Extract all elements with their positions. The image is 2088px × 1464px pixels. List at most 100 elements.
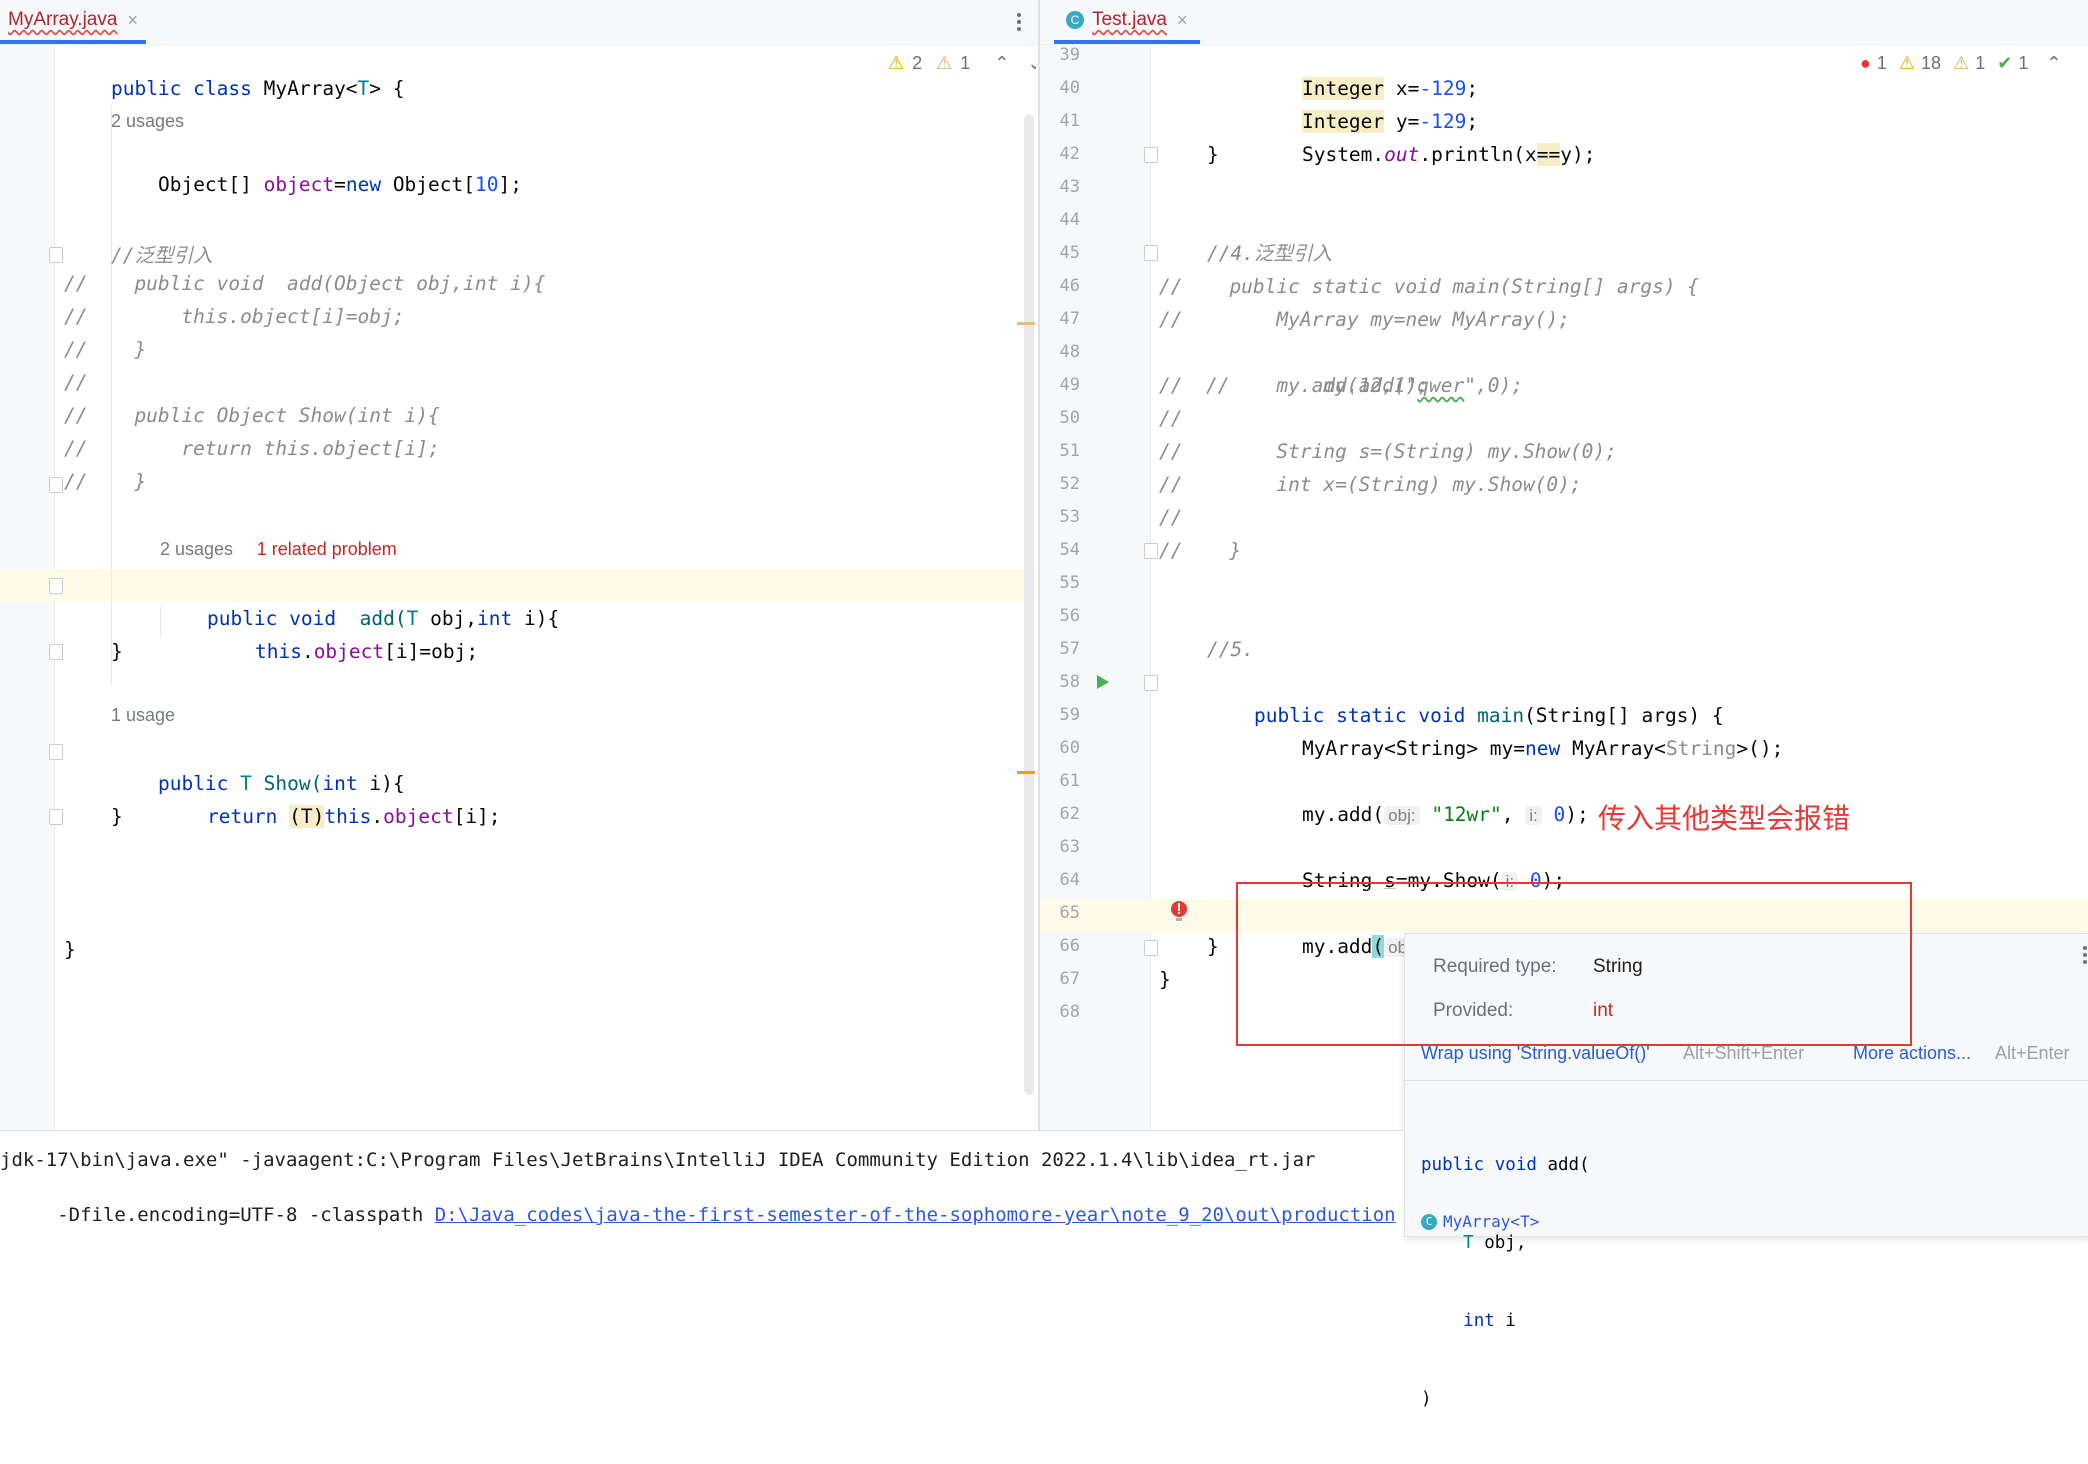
- signature-doc: public void add( T obj, int i ): [1421, 1155, 1590, 1409]
- line-number: 39: [1059, 45, 1080, 65]
- warning-stripe[interactable]: [1017, 771, 1035, 774]
- line-number: 43: [1059, 177, 1080, 197]
- class-icon: C: [1066, 11, 1084, 29]
- quick-fix-shortcut: Alt+Shift+Enter: [1683, 1043, 1805, 1063]
- line-number: 65: [1059, 903, 1080, 923]
- more-actions-link[interactable]: More actions...: [1853, 1043, 1971, 1064]
- code-line: System.out.println(x==y);: [1301, 143, 1596, 166]
- line-number: 55: [1059, 573, 1080, 593]
- code-line: Object[] object=new Object[10];: [157, 173, 522, 196]
- popup-menu-icon[interactable]: [2083, 946, 2087, 968]
- line-number: 52: [1059, 474, 1080, 494]
- usage-hint[interactable]: 2 usages: [111, 111, 184, 132]
- comment-line: //4.泛型引入: [1207, 242, 1332, 265]
- comment-line: // int x=(String) my.Show(0);: [1159, 473, 1582, 496]
- tab-test-java[interactable]: C Test.java ×: [1054, 0, 1200, 44]
- comment-line: // my.add("qwer",0);: [1205, 374, 1523, 397]
- parameter-hint: obj:: [1384, 806, 1420, 825]
- line-number: 51: [1059, 441, 1080, 461]
- code-line: Integer y=-129;: [1301, 110, 1479, 133]
- code-line: public void add(T obj,int i){: [206, 607, 560, 630]
- line-number: 64: [1059, 870, 1080, 890]
- fold-icon[interactable]: [49, 644, 63, 660]
- fold-icon[interactable]: [49, 809, 63, 825]
- console-line: -Dfile.encoding=UTF-8 -classpath D:\Java…: [45, 1204, 1396, 1226]
- class-icon: C: [1421, 1213, 1437, 1230]
- code-line: return (T)this.object[i];: [206, 805, 501, 828]
- fold-icon[interactable]: [1144, 543, 1158, 559]
- quick-fix-link[interactable]: Wrap using 'String.valueOf()': [1421, 1043, 1650, 1064]
- close-icon[interactable]: ×: [127, 10, 138, 31]
- classpath-link[interactable]: D:\Java_codes\java-the-first-semester-of…: [435, 1204, 1396, 1226]
- code-line: MyArray<String> my=new MyArray<String>()…: [1301, 737, 1784, 760]
- code-line: }: [111, 805, 123, 828]
- code-line: }: [1207, 143, 1219, 166]
- line-number: 67: [1059, 969, 1080, 989]
- right-tab-bar: C Test.java ×: [1040, 0, 2088, 45]
- comment-line: //5.: [1207, 638, 1254, 661]
- line-number: 40: [1059, 78, 1080, 98]
- comment-line: // String s=(String) my.Show(0);: [1159, 440, 1617, 463]
- fold-icon[interactable]: [1144, 940, 1158, 956]
- comment-line: // public void add(Object obj,int i){: [64, 272, 546, 295]
- comment-line: //: [64, 371, 88, 394]
- fold-icon[interactable]: [1144, 245, 1158, 261]
- code-line: my.add(obj: "12wr", i: 0);: [1301, 803, 1589, 826]
- annotation-text: 传入其他类型会报错: [1598, 802, 1851, 835]
- usage-hint[interactable]: 2 usages: [160, 539, 233, 559]
- line-number: 41: [1059, 111, 1080, 131]
- line-number: 42: [1059, 144, 1080, 164]
- usage-hint[interactable]: 1 usage: [111, 705, 175, 726]
- line-number: 57: [1059, 639, 1080, 659]
- warning-stripe[interactable]: [1017, 322, 1035, 325]
- related-problem-link[interactable]: 1 related problem: [257, 539, 397, 559]
- run-console: jdk-17\bin\java.exe" -javaagent:C:\Progr…: [0, 1130, 1404, 1236]
- popup-divider: [1405, 1080, 2088, 1081]
- tab-label: MyArray.java: [8, 9, 118, 30]
- line-number: 48: [1059, 342, 1080, 362]
- comment-line: //: [1159, 407, 1183, 430]
- line-number: 63: [1059, 837, 1080, 857]
- line-number: 54: [1059, 540, 1080, 560]
- line-number: 46: [1059, 276, 1080, 296]
- fold-icon[interactable]: [49, 578, 63, 594]
- code-line: Integer x=-129;: [1301, 77, 1479, 100]
- more-options-icon[interactable]: [1016, 12, 1022, 32]
- console-line: jdk-17\bin\java.exe" -javaagent:C:\Progr…: [0, 1149, 1316, 1171]
- fold-icon[interactable]: [1144, 147, 1158, 163]
- line-number: 61: [1059, 771, 1080, 791]
- left-editor[interactable]: ⚠ 2 ⚠ 1 ⌃ ⌄ public class MyArray<T> { 2 us…: [0, 45, 1036, 1130]
- code-line: this.object[i]=obj;: [254, 640, 479, 663]
- code-line: public class MyArray<T> {: [110, 77, 405, 100]
- fold-icon[interactable]: [49, 247, 63, 263]
- line-number: 58: [1059, 672, 1080, 692]
- fold-icon[interactable]: [1144, 675, 1158, 691]
- line-number: 45: [1059, 243, 1080, 263]
- tab-label: Test.java: [1092, 9, 1167, 30]
- comment-line: // this.object[i]=obj;: [64, 305, 405, 328]
- annotation-box: [1236, 882, 1912, 1046]
- left-tab-bar: MyArray.java ×: [0, 0, 1040, 45]
- line-number: 60: [1059, 738, 1080, 758]
- class-reference[interactable]: C MyArray<T>: [1421, 1212, 1539, 1231]
- fold-icon[interactable]: [49, 477, 63, 493]
- comment-line: // my.add(12,1);: [1159, 374, 1430, 397]
- tab-myarray-java[interactable]: MyArray.java ×: [0, 0, 146, 44]
- comment-line: // MyArray my=new MyArray();: [1159, 308, 1570, 331]
- line-number: 49: [1059, 375, 1080, 395]
- line-number: 50: [1059, 408, 1080, 428]
- close-icon[interactable]: ×: [1177, 10, 1188, 31]
- line-number: 66: [1059, 936, 1080, 956]
- run-icon[interactable]: [1096, 674, 1110, 694]
- line-number: 59: [1059, 705, 1080, 725]
- code-line: }: [64, 938, 76, 961]
- fold-icon[interactable]: [49, 744, 63, 760]
- line-number: 47: [1059, 309, 1080, 329]
- line-number: 53: [1059, 507, 1080, 527]
- line-number: 56: [1059, 606, 1080, 626]
- comment-line: //: [1159, 506, 1183, 529]
- comment-line: // }: [64, 338, 147, 361]
- error-bulb-icon[interactable]: [1170, 900, 1188, 926]
- vertical-scrollbar[interactable]: [1024, 115, 1034, 1095]
- line-number: 62: [1059, 804, 1080, 824]
